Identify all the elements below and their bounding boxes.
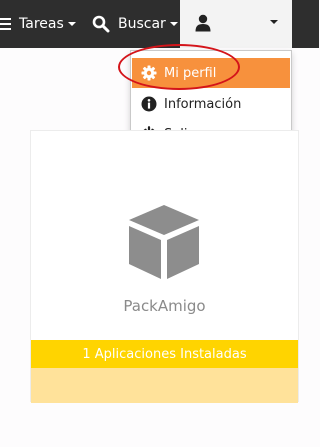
menu-item-label: Información: [164, 96, 242, 112]
tareas-menu-button[interactable]: Tareas: [0, 0, 76, 48]
menu-item-label: Mi perfil: [164, 65, 217, 81]
menu-item-mi-perfil[interactable]: Mi perfil: [132, 58, 290, 88]
gear-icon: [141, 65, 157, 81]
app-name: PackAmigo: [123, 297, 206, 315]
installed-apps-status: 1 Aplicaciones Instaladas: [31, 340, 298, 368]
info-icon: [141, 96, 157, 112]
menu-item-informacion[interactable]: Información: [132, 89, 290, 119]
caret-down-icon: [67, 22, 76, 26]
tareas-label: Tareas: [19, 16, 64, 32]
buscar-label: Buscar: [118, 16, 166, 32]
list-icon: [0, 18, 11, 30]
user-menu-button[interactable]: [180, 0, 292, 48]
caret-down-icon: [169, 22, 178, 26]
app-card[interactable]: PackAmigo 1 Aplicaciones Instaladas: [30, 130, 299, 403]
top-navbar: Tareas Buscar: [0, 0, 319, 48]
search-icon: [92, 15, 110, 33]
caret-down-icon: [270, 20, 278, 24]
card-footer: [31, 368, 298, 403]
user-icon: [195, 14, 211, 32]
package-box-icon: [129, 205, 199, 279]
buscar-menu-button[interactable]: Buscar: [92, 0, 178, 48]
